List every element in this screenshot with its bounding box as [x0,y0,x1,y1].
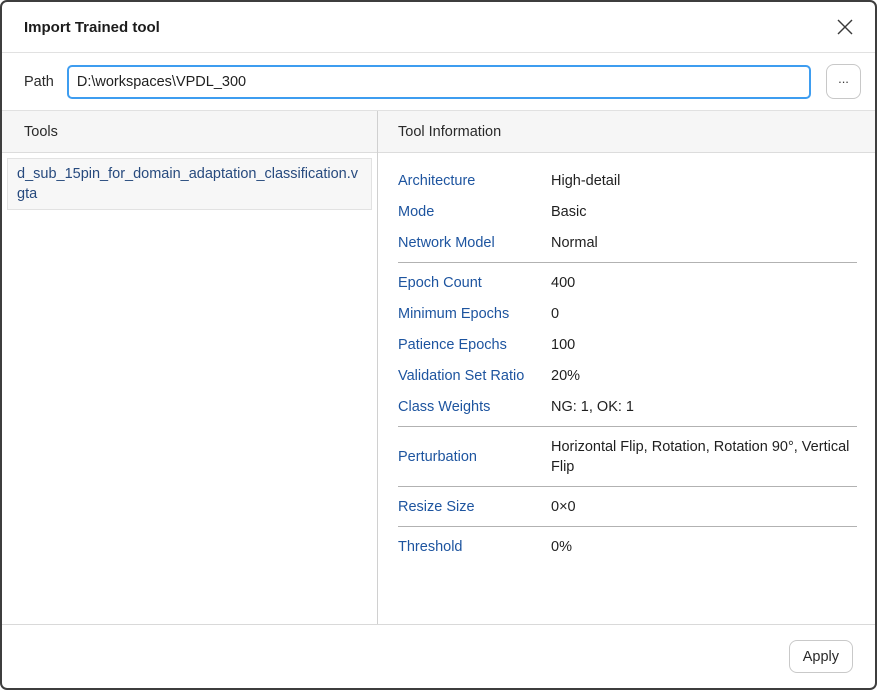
info-row: ArchitectureHigh-detail [398,165,857,196]
path-input[interactable] [67,65,811,99]
info-label: Resize Size [398,497,551,517]
tool-info-table: ArchitectureHigh-detailModeBasicNetwork … [378,153,875,624]
info-label: Threshold [398,537,551,557]
info-value: 0% [551,537,857,557]
info-label: Epoch Count [398,273,551,293]
tool-information-title: Tool Information [398,124,501,140]
info-row: Resize Size0×0 [398,491,857,522]
info-label: Validation Set Ratio [398,366,551,386]
browse-button[interactable]: ... [826,64,861,99]
tools-panel: Tools d_sub_15pin_for_domain_adaptation_… [2,111,378,624]
tools-panel-title: Tools [24,124,58,140]
import-trained-tool-dialog: Import Trained tool Path ... Tools d_sub… [0,0,877,690]
path-row: Path ... [2,53,875,111]
info-value: 0 [551,304,857,324]
path-label: Path [24,74,54,90]
info-value: High-detail [551,171,857,191]
apply-button[interactable]: Apply [789,640,853,673]
info-row: Minimum Epochs0 [398,298,857,329]
info-row: ModeBasic [398,196,857,227]
tools-list: d_sub_15pin_for_domain_adaptation_classi… [2,153,377,624]
info-value: Normal [551,233,857,253]
info-label: Perturbation [398,447,551,467]
close-icon [835,17,855,37]
group-divider [398,486,857,487]
titlebar: Import Trained tool [2,2,875,53]
info-value: 0×0 [551,497,857,517]
info-label: Minimum Epochs [398,304,551,324]
info-label: Network Model [398,233,551,253]
info-row: Epoch Count400 [398,267,857,298]
info-label: Mode [398,202,551,222]
tool-information-panel: Tool Information ArchitectureHigh-detail… [378,111,875,624]
group-divider [398,262,857,263]
tool-information-header: Tool Information [378,111,875,153]
tools-panel-header: Tools [2,111,377,153]
info-value: NG: 1, OK: 1 [551,397,857,417]
info-row: Network ModelNormal [398,227,857,258]
info-row: Class WeightsNG: 1, OK: 1 [398,391,857,422]
info-value: 100 [551,335,857,355]
info-row: Validation Set Ratio20% [398,360,857,391]
info-label: Class Weights [398,397,551,417]
dialog-body: Tools d_sub_15pin_for_domain_adaptation_… [2,111,875,624]
info-value: 20% [551,366,857,386]
group-divider [398,426,857,427]
info-row: Threshold0% [398,531,857,562]
info-row: Patience Epochs100 [398,329,857,360]
group-divider [398,526,857,527]
info-label: Architecture [398,171,551,191]
dialog-title: Import Trained tool [24,19,831,36]
dialog-footer: Apply [2,624,875,688]
info-value: Horizontal Flip, Rotation, Rotation 90°,… [551,437,857,477]
info-row: PerturbationHorizontal Flip, Rotation, R… [398,431,857,482]
info-label: Patience Epochs [398,335,551,355]
info-value: 400 [551,273,857,293]
tool-list-item[interactable]: d_sub_15pin_for_domain_adaptation_classi… [7,158,372,210]
close-button[interactable] [831,13,859,41]
info-value: Basic [551,202,857,222]
